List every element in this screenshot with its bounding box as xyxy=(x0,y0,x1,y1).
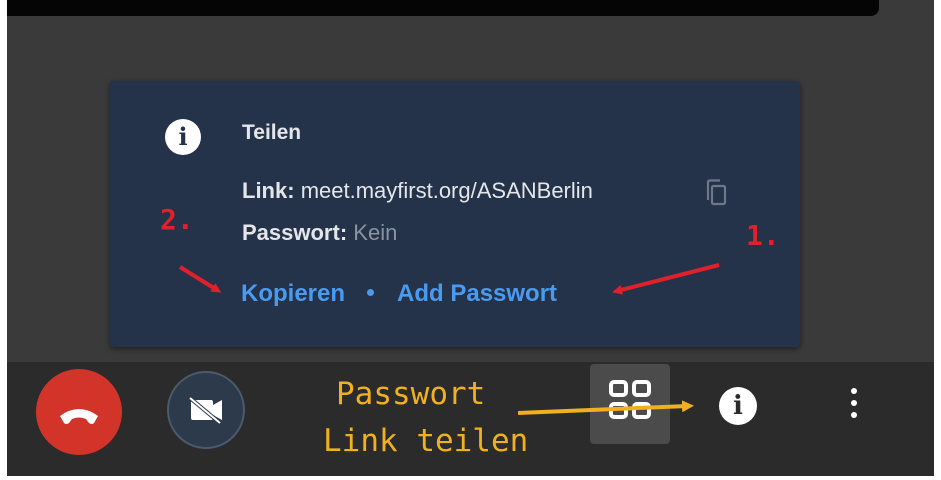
annotation-step-two: 2. xyxy=(160,203,194,236)
more-options-button[interactable] xyxy=(843,384,865,428)
tile-view-button[interactable] xyxy=(590,364,670,444)
meeting-link[interactable]: meet.mayfirst.org/ASANBerlin xyxy=(301,178,593,203)
annotation-note-line1: Passwort xyxy=(336,376,486,412)
info-button[interactable]: i xyxy=(719,387,757,425)
annotation-note-line2: Link teilen xyxy=(323,423,529,459)
password-value: Kein xyxy=(353,220,398,245)
hangup-button[interactable] xyxy=(36,369,122,455)
share-info-panel: i Teilen Link: meet.mayfirst.org/ASANBer… xyxy=(110,81,800,347)
camera-off-icon xyxy=(188,396,222,425)
info-icon: i xyxy=(165,119,201,155)
video-strip xyxy=(7,0,879,16)
copy-icon[interactable] xyxy=(704,178,728,208)
info-icon: i xyxy=(733,391,743,421)
link-label: Link: xyxy=(242,178,295,203)
panel-title: Teilen xyxy=(242,121,302,144)
password-label: Passwort: xyxy=(242,220,348,245)
phone-hangup-icon xyxy=(60,409,98,424)
camera-toggle-button[interactable] xyxy=(167,371,245,449)
link-row: Link: meet.mayfirst.org/ASANBerlin xyxy=(242,178,593,204)
more-vertical-icon xyxy=(843,388,865,418)
separator-dot xyxy=(367,289,375,297)
copy-link-button[interactable]: Kopieren xyxy=(241,280,345,307)
panel-actions: Kopieren Add Passwort xyxy=(241,280,557,308)
annotation-step-one: 1. xyxy=(746,219,780,252)
add-password-button[interactable]: Add Passwort xyxy=(397,280,557,307)
password-row: Passwort: Kein xyxy=(242,220,397,246)
tile-view-icon xyxy=(609,380,651,419)
